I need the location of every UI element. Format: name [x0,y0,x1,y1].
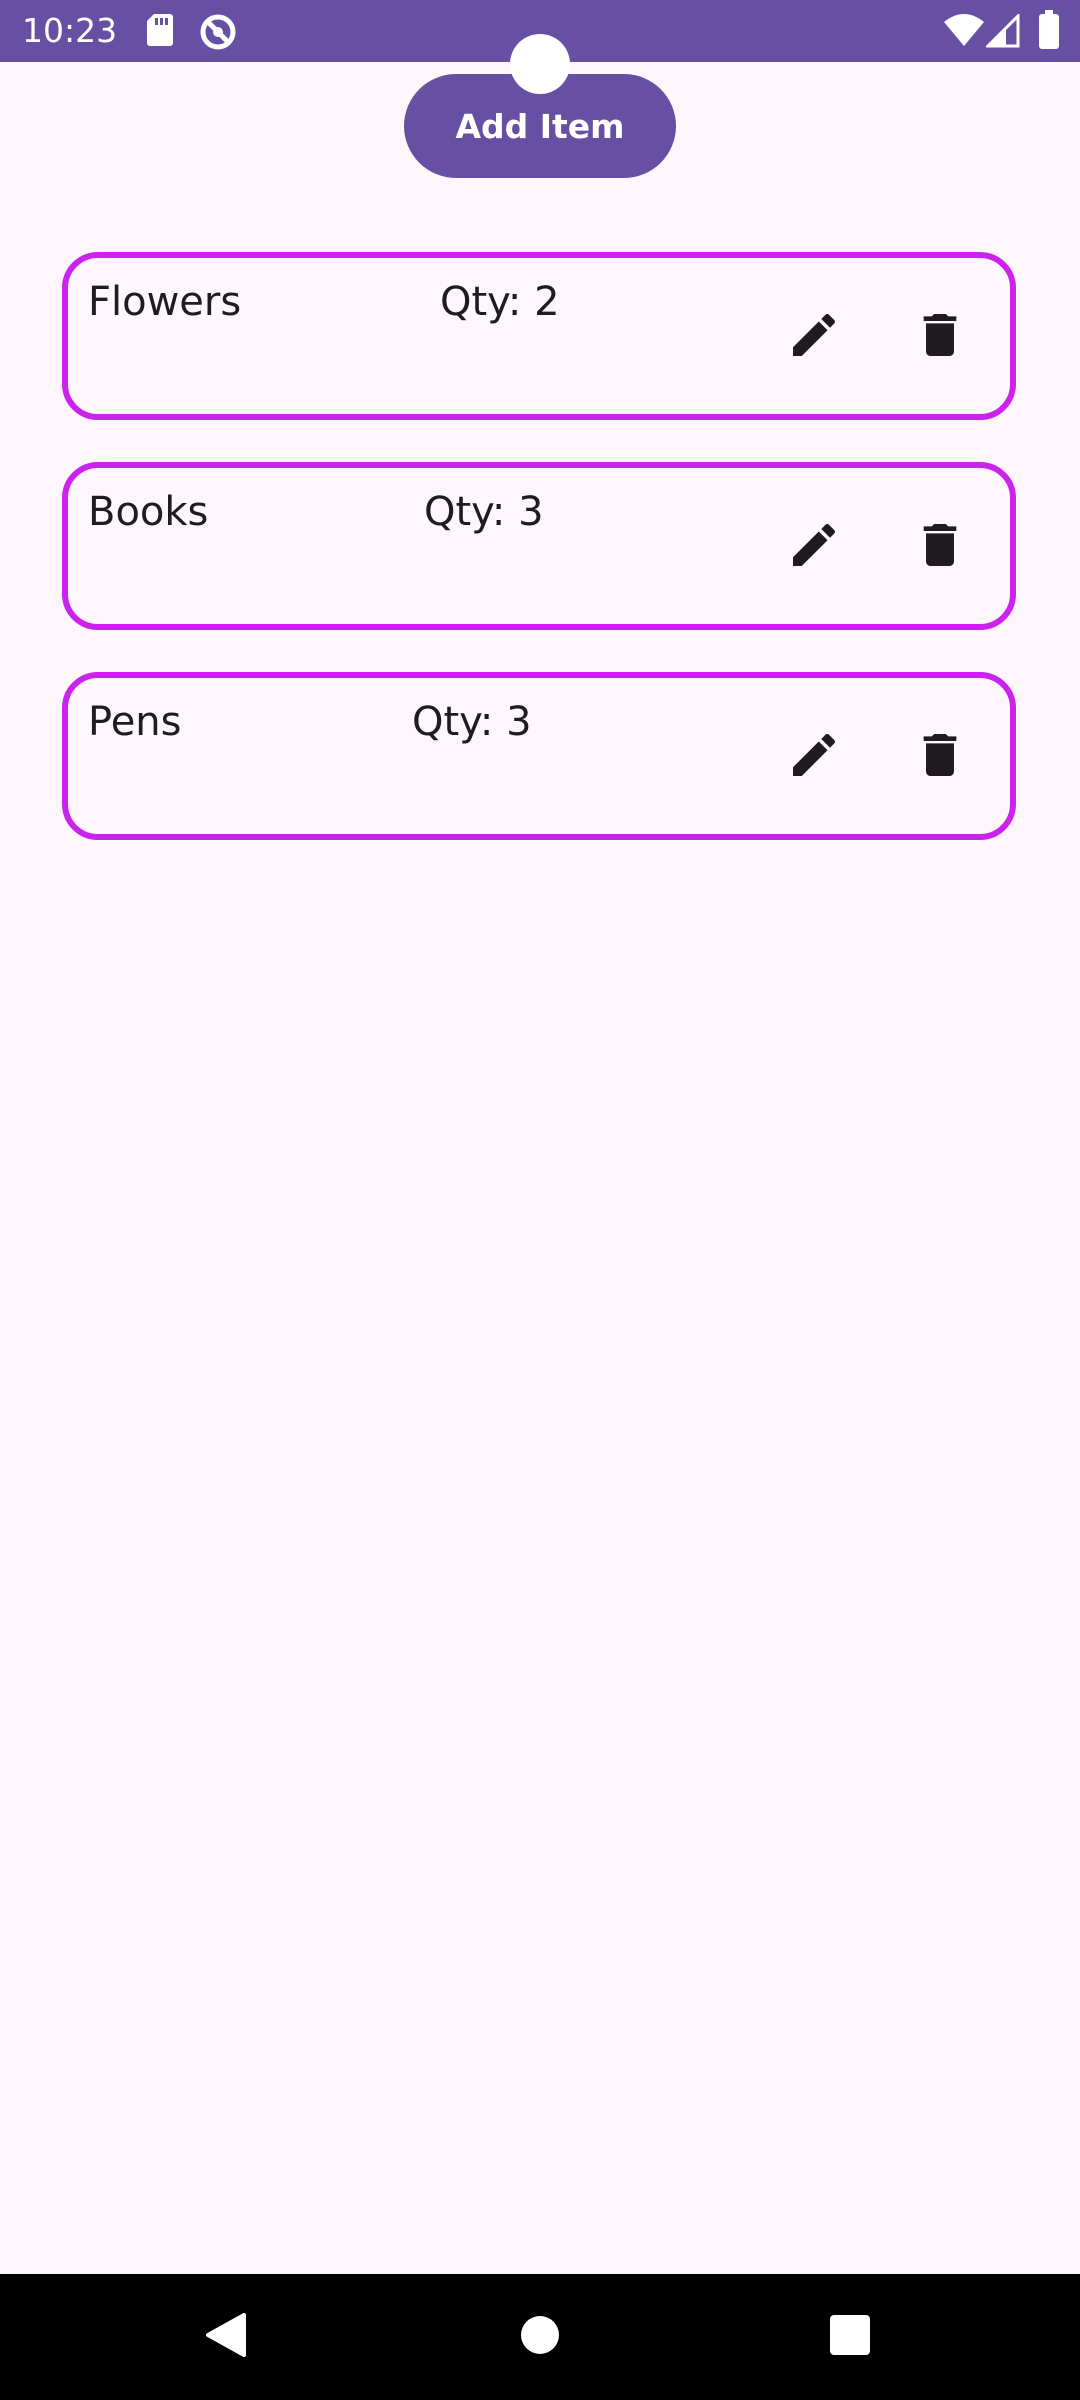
back-icon [204,2311,248,2364]
edit-button[interactable] [778,300,850,372]
item-quantity: Qty: 2 [440,279,560,325]
item-name: Books [88,489,209,535]
item-name: Pens [88,699,182,745]
edit-button[interactable] [778,510,850,582]
edit-button[interactable] [778,720,850,792]
item-card: Pens Qty: 3 [62,672,1016,840]
trash-icon [912,517,968,576]
delete-button[interactable] [904,720,976,792]
sd-card-icon [146,12,174,53]
delete-button[interactable] [904,300,976,372]
back-button[interactable] [166,2274,286,2400]
wifi-icon [944,14,984,53]
item-card: Books Qty: 3 [62,462,1016,630]
recents-button[interactable] [790,2274,910,2400]
recents-icon [829,2314,871,2361]
pencil-icon [786,517,842,576]
item-name: Flowers [88,279,242,325]
item-quantity: Qty: 3 [412,699,532,745]
do-not-disturb-icon [198,12,238,57]
status-time: 10:23 [22,11,118,50]
touch-indicator [510,34,570,94]
item-quantity: Qty: 3 [424,489,544,535]
item-card: Flowers Qty: 2 [62,252,1016,420]
trash-icon [912,727,968,786]
home-button[interactable] [480,2274,600,2400]
signal-icon [984,12,1020,53]
battery-icon [1038,10,1060,55]
trash-icon [912,307,968,366]
navigation-bar [0,2274,1080,2400]
pencil-icon [786,307,842,366]
delete-button[interactable] [904,510,976,582]
home-icon [520,2315,560,2360]
pencil-icon [786,727,842,786]
